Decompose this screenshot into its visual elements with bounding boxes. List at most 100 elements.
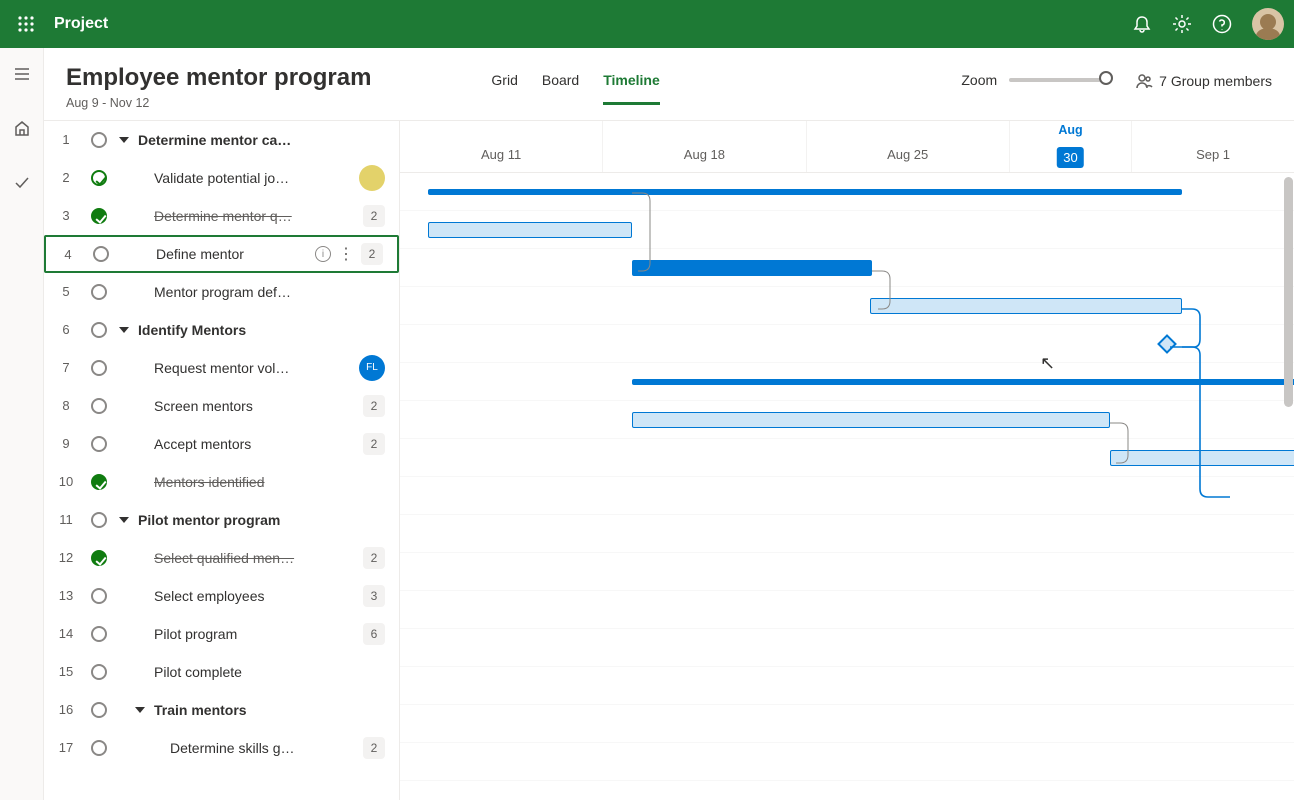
task-status-toggle[interactable] xyxy=(88,398,110,414)
task-index: 4 xyxy=(46,247,90,262)
count-badge: 6 xyxy=(363,623,385,645)
task-row[interactable]: 15Pilot complete xyxy=(44,653,399,691)
task-index: 9 xyxy=(44,436,88,451)
task-index: 3 xyxy=(44,208,88,223)
more-icon[interactable]: ⋮ xyxy=(337,244,355,264)
task-index: 13 xyxy=(44,588,88,603)
user-avatar[interactable] xyxy=(1252,8,1284,40)
task-name: Determine mentor ca… xyxy=(134,132,385,148)
task-status-toggle[interactable] xyxy=(90,246,112,262)
task-name: Determine skills g… xyxy=(166,740,363,756)
task-row[interactable]: 2Validate potential jo… xyxy=(44,159,399,197)
task-row[interactable]: 7 Request mentor vol…FL xyxy=(44,349,399,387)
help-icon[interactable] xyxy=(1202,4,1242,44)
task-index: 8 xyxy=(44,398,88,413)
task-row[interactable]: 14 Pilot program6 xyxy=(44,615,399,653)
tick-label: Aug 18 xyxy=(684,147,725,162)
task-status-toggle[interactable] xyxy=(88,702,110,718)
task-name: Select employees xyxy=(150,588,363,604)
task-status-toggle[interactable] xyxy=(88,322,110,338)
check-icon[interactable] xyxy=(6,166,38,198)
chevron-down-icon[interactable] xyxy=(116,137,134,143)
info-icon[interactable]: i xyxy=(315,246,331,262)
chevron-down-icon[interactable] xyxy=(116,327,134,333)
task-row[interactable]: 5 Mentor program def… xyxy=(44,273,399,311)
timeline-header: Aug 11 Aug 18 Aug 25 Aug 30 Sep 1 xyxy=(400,121,1294,173)
task-status-toggle[interactable] xyxy=(88,740,110,756)
task-row[interactable]: 10 Mentors identified xyxy=(44,463,399,501)
task-row[interactable]: 8Screen mentors2 xyxy=(44,387,399,425)
task-name: Determine mentor q… xyxy=(150,208,363,224)
chevron-down-icon[interactable] xyxy=(132,707,150,713)
count-badge: 2 xyxy=(363,395,385,417)
month-label: Aug xyxy=(1058,123,1082,137)
zoom-slider[interactable] xyxy=(1009,78,1109,82)
chevron-down-icon[interactable] xyxy=(116,517,134,523)
left-rail xyxy=(0,48,44,800)
tick-label: Aug 11 xyxy=(481,147,521,162)
task-status-toggle[interactable] xyxy=(88,436,110,452)
task-status-toggle[interactable] xyxy=(88,512,110,528)
task-name: Mentor program def… xyxy=(150,284,385,300)
task-name: Define mentor xyxy=(152,246,315,262)
app-launcher-icon[interactable] xyxy=(10,8,42,40)
assignee-avatar[interactable] xyxy=(359,165,385,191)
task-status-toggle[interactable] xyxy=(88,626,110,642)
gantt-chart[interactable]: Aug 11 Aug 18 Aug 25 Aug 30 Sep 1 xyxy=(400,121,1294,800)
task-status-toggle[interactable] xyxy=(88,550,110,566)
tick-label: Sep 1 xyxy=(1196,147,1230,162)
task-name: Pilot program xyxy=(150,626,363,642)
hamburger-icon[interactable] xyxy=(6,58,38,90)
task-row[interactable]: 16Train mentors xyxy=(44,691,399,729)
task-status-toggle[interactable] xyxy=(88,132,110,148)
project-title: Employee mentor program xyxy=(66,64,371,92)
task-status-toggle[interactable] xyxy=(88,664,110,680)
tab-board[interactable]: Board xyxy=(542,72,579,105)
task-index: 14 xyxy=(44,626,88,641)
task-name: Identify Mentors xyxy=(134,322,385,338)
task-name: Mentors identified xyxy=(150,474,385,490)
count-badge: 3 xyxy=(363,585,385,607)
view-tabs: Grid Board Timeline xyxy=(491,64,659,105)
task-row[interactable]: 17Determine skills g…2 xyxy=(44,729,399,767)
count-badge: 2 xyxy=(363,737,385,759)
count-badge: 2 xyxy=(363,433,385,455)
app-title: Project xyxy=(54,15,108,33)
task-status-toggle[interactable] xyxy=(88,208,110,224)
tab-timeline[interactable]: Timeline xyxy=(603,72,660,105)
task-row[interactable]: 9 Accept mentors2 xyxy=(44,425,399,463)
task-index: 1 xyxy=(44,132,88,147)
tab-grid[interactable]: Grid xyxy=(491,72,517,105)
count-badge: 2 xyxy=(361,243,383,265)
assignee-avatar[interactable]: FL xyxy=(359,355,385,381)
home-icon[interactable] xyxy=(6,112,38,144)
group-members-button[interactable]: 7 Group members xyxy=(1135,72,1272,90)
task-status-toggle[interactable] xyxy=(88,170,110,186)
task-index: 5 xyxy=(44,284,88,299)
task-index: 6 xyxy=(44,322,88,337)
count-badge: 2 xyxy=(363,205,385,227)
task-row[interactable]: 6 Identify Mentors xyxy=(44,311,399,349)
task-row[interactable]: 12Select qualified men…2 xyxy=(44,539,399,577)
zoom-control: Zoom xyxy=(961,72,1109,88)
task-status-toggle[interactable] xyxy=(88,360,110,376)
notifications-icon[interactable] xyxy=(1122,4,1162,44)
task-row[interactable]: 3 Determine mentor q…2 xyxy=(44,197,399,235)
task-status-toggle[interactable] xyxy=(88,588,110,604)
task-row[interactable]: 11Pilot mentor program xyxy=(44,501,399,539)
task-name: Request mentor vol… xyxy=(150,360,359,376)
task-row[interactable]: 4 Define mentori ⋮ 2 xyxy=(44,235,399,273)
task-status-toggle[interactable] xyxy=(88,474,110,490)
task-name: Pilot mentor program xyxy=(134,512,385,528)
task-name: Accept mentors xyxy=(150,436,363,452)
task-row[interactable]: 13 Select employees3 xyxy=(44,577,399,615)
task-row[interactable]: 1 Determine mentor ca… xyxy=(44,121,399,159)
task-index: 16 xyxy=(44,702,88,717)
members-label: 7 Group members xyxy=(1159,73,1272,89)
task-index: 2 xyxy=(44,170,88,185)
task-status-toggle[interactable] xyxy=(88,284,110,300)
settings-icon[interactable] xyxy=(1162,4,1202,44)
task-index: 10 xyxy=(44,474,88,489)
task-index: 7 xyxy=(44,360,88,375)
vertical-scrollbar[interactable] xyxy=(1284,177,1293,407)
